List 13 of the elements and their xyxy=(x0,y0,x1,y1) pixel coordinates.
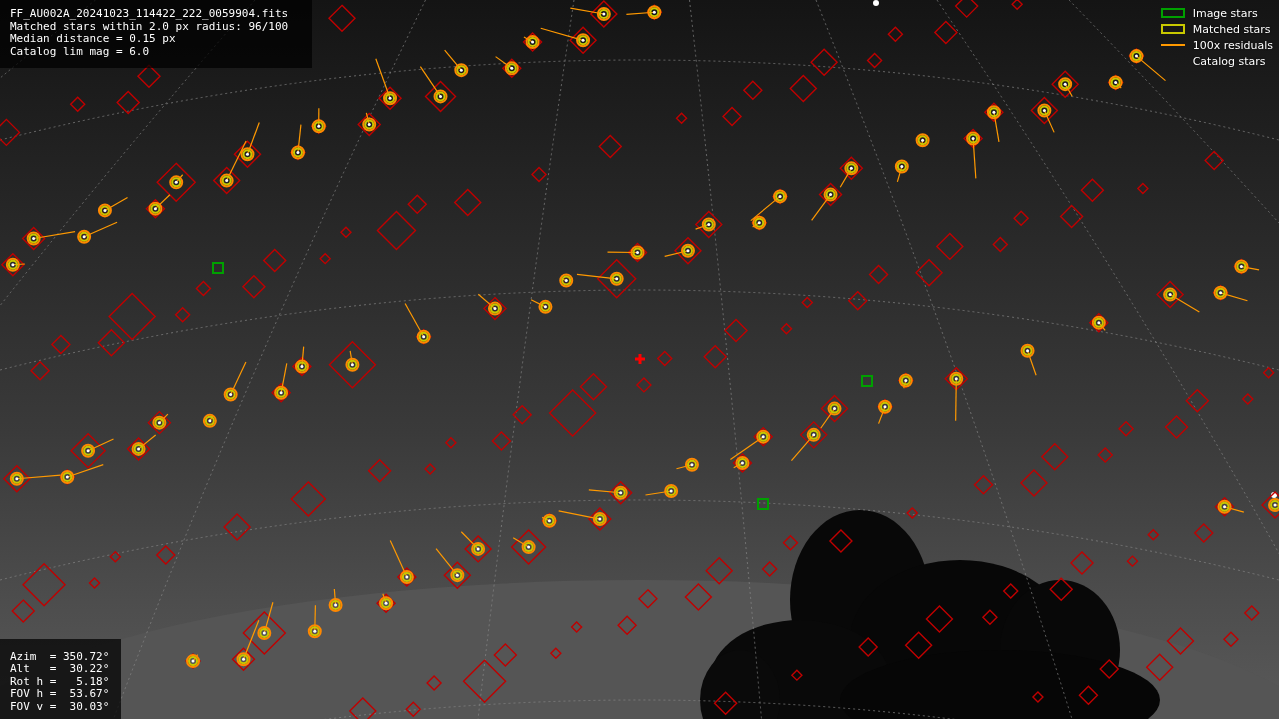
pointing-text: Alt = 30.22° xyxy=(10,663,110,676)
info-text: FF_AU002A_20241023_114422_222_0059904.fits xyxy=(10,8,290,21)
pointing-text: FOV h = 53.67° xyxy=(10,688,110,701)
info-text: Catalog lim mag = 6.0 xyxy=(10,45,151,58)
legend-label: Catalog stars xyxy=(1192,54,1266,68)
legend-label: 100x residuals xyxy=(1192,38,1273,52)
info-text: Matched stars within 2.0 px radius: 96/100 xyxy=(10,20,290,33)
info-text: Median distance = 0.15 px xyxy=(10,33,177,46)
pointing-text: Rot h = 5.18° xyxy=(10,675,110,688)
pointing-text: Azim = 350.72° xyxy=(10,650,110,663)
pointing-text: FOV v = 30.03° xyxy=(10,700,110,713)
legend-label: Image stars xyxy=(1192,6,1258,20)
legend-label: Matched stars xyxy=(1192,22,1271,36)
